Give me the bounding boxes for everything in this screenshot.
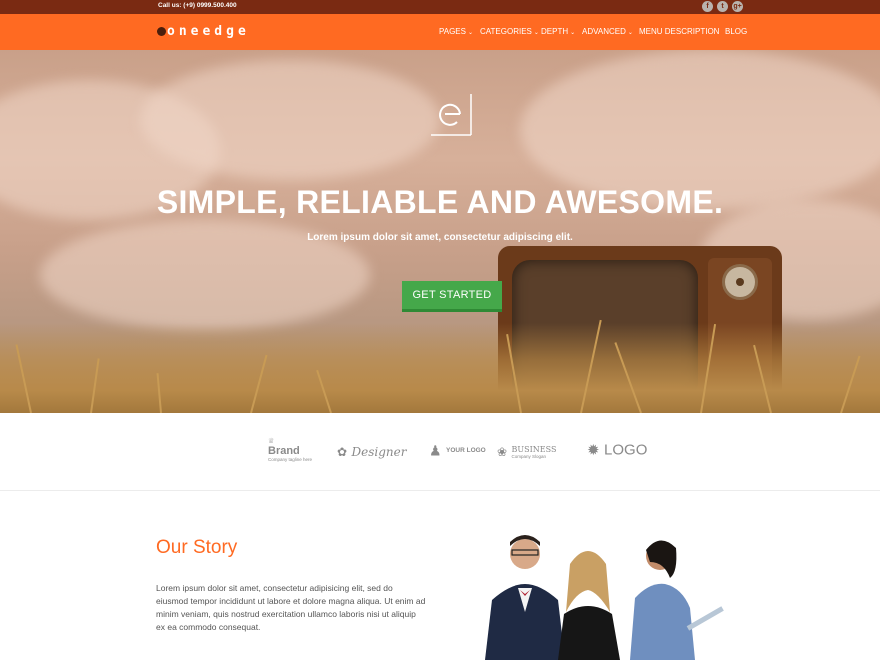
crown-icon: ♕ [268, 438, 275, 445]
brand-logo-logo[interactable]: ✹ LOGO [587, 441, 648, 460]
logo-text: oneedge [167, 24, 250, 39]
facebook-icon[interactable]: f [702, 1, 713, 12]
brand-logo-your-logo[interactable]: ♟ YOUR LOGO [429, 442, 486, 460]
brand-logo-tagline: Company Slogan [511, 453, 547, 459]
nav-pages-label: PAGES [439, 27, 466, 36]
logo-dot-icon [157, 27, 166, 36]
topbar: Call us: (+9) 0999.500.400 f t g+ [0, 0, 880, 14]
our-story-section: Our Story Lorem ipsum dolor sit amet, co… [0, 491, 880, 660]
brand-logos-strip: ♕ Brand Company tagline here ✿ Designer … [0, 413, 880, 491]
leaf-icon: ❀ [497, 444, 508, 459]
get-started-button[interactable]: GET STARTED [402, 281, 502, 312]
brand-logo-name: Brand [268, 445, 300, 457]
nav-pages[interactable]: PAGES ⌄ [439, 27, 473, 36]
nav-blog[interactable]: BLOG [725, 27, 747, 36]
nav-categories-label: CATEGORIES [480, 27, 532, 36]
hero-subtitle: Lorem ipsum dolor sit amet, consectetur … [307, 232, 573, 243]
main-header: oneedge PAGES ⌄ CATEGORIES ⌄ DEPTH ⌄ ADVANC… [0, 14, 880, 50]
section-body: Lorem ipsum dolor sit amet, consectetur … [156, 583, 426, 632]
chevron-down-icon: ⌄ [627, 30, 633, 36]
nav-advanced[interactable]: ADVANCED ⌄ [582, 27, 633, 36]
nav-advanced-label: ADVANCED [582, 27, 626, 36]
nav-menu-description[interactable]: MENU DESCRIPTION [639, 27, 719, 36]
nav-depth-label: DEPTH [541, 27, 569, 36]
gear-star-icon: ✹ [587, 442, 600, 459]
brand-logo-name: YOUR LOGO [446, 447, 486, 455]
grass-foreground [0, 319, 880, 413]
site-logo[interactable]: oneedge [157, 24, 250, 40]
call-us-text: Call us: (+9) 0999.500.400 [158, 2, 237, 9]
section-title: Our Story [156, 537, 238, 558]
brand-logo-brand[interactable]: ♕ Brand Company tagline here [268, 438, 313, 462]
chevron-down-icon: ⌄ [467, 30, 474, 36]
twitter-icon[interactable]: t [717, 1, 728, 12]
brand-logo-name: LOGO [604, 441, 648, 459]
footprint-icon: ♟ [429, 442, 442, 459]
hero-logo-mark-icon [431, 94, 472, 136]
google-plus-icon[interactable]: g+ [732, 1, 743, 12]
nav-depth[interactable]: DEPTH ⌄ [541, 27, 575, 36]
flower-icon: ✿ [337, 445, 348, 459]
hero-section: SIMPLE, RELIABLE AND AWESOME. Lorem ipsu… [0, 50, 880, 413]
nav-categories[interactable]: CATEGORIES ⌄ [480, 27, 539, 36]
brand-logo-tagline: Company tagline here [268, 457, 313, 462]
brand-logo-name: Designer [351, 445, 407, 459]
tv-knob-icon [722, 264, 758, 300]
chevron-down-icon: ⌄ [570, 30, 576, 36]
hero-title: SIMPLE, RELIABLE AND AWESOME. [156, 184, 724, 220]
brand-logo-name: BUSINESS [511, 444, 557, 454]
team-photo [485, 535, 724, 660]
chevron-down-icon: ⌄ [533, 30, 539, 36]
brand-logo-business[interactable]: ❀ BUSINESS Company Slogan [497, 443, 556, 461]
cloud-shape [140, 60, 440, 180]
brand-logo-designer[interactable]: ✿ Designer [337, 443, 406, 461]
